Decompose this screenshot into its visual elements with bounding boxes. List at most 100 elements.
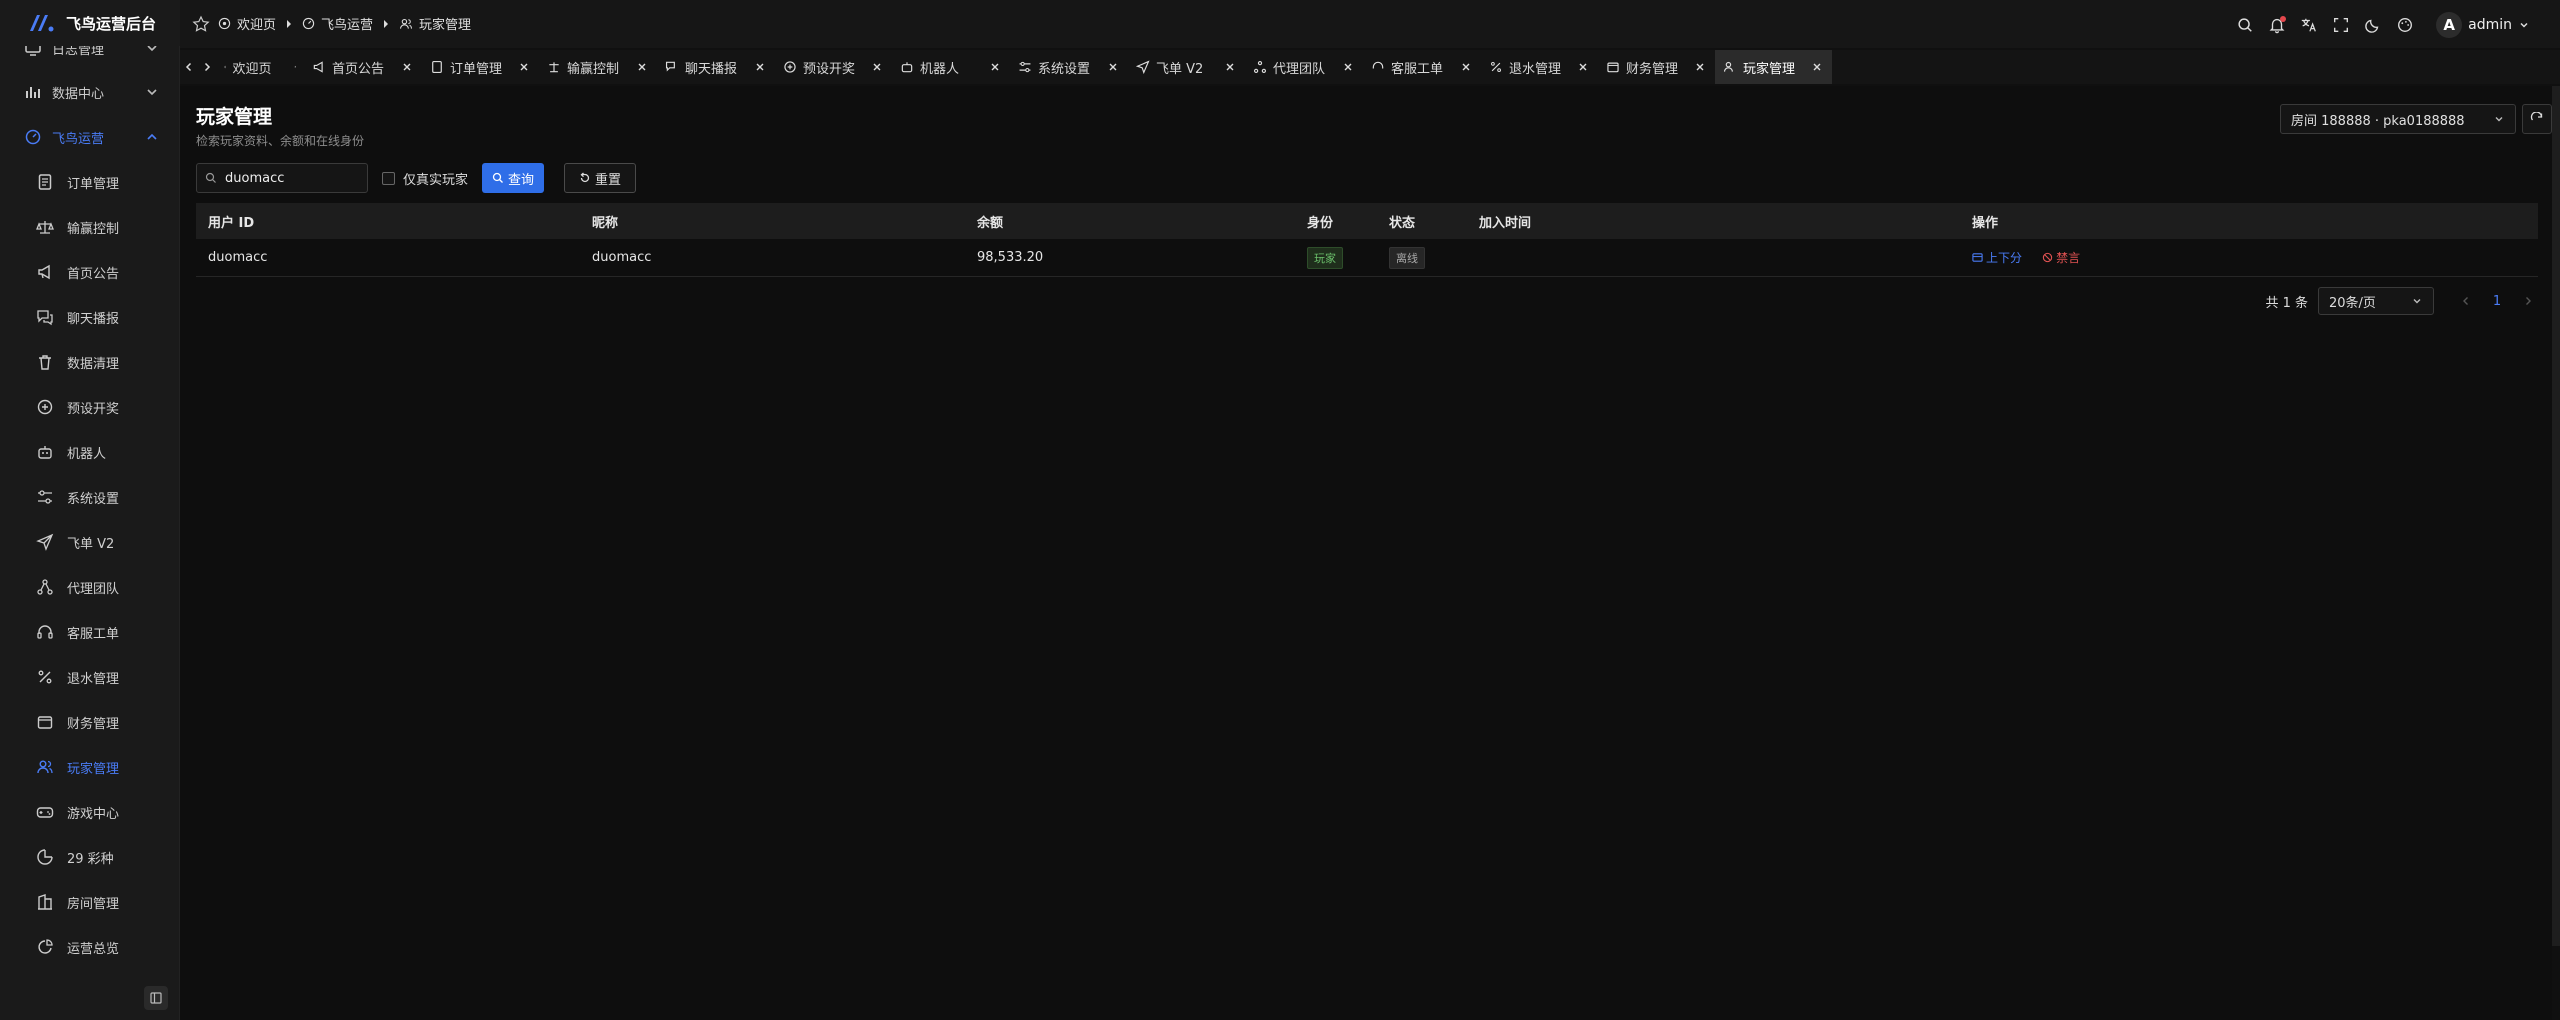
cell-balance: 98,533.20 xyxy=(977,250,1044,265)
page-number-current[interactable]: 1 xyxy=(2486,294,2508,309)
users-icon xyxy=(1723,61,1733,72)
close-icon[interactable] xyxy=(1693,60,1707,74)
sidebar-item-label: 系统设置 xyxy=(67,491,120,507)
moon-icon[interactable] xyxy=(2364,15,2382,35)
close-icon[interactable] xyxy=(1106,60,1120,74)
sidebar-group-data-center[interactable]: 数据中心 xyxy=(0,72,180,112)
tab-chat-broadcast[interactable]: 聊天播报 xyxy=(657,50,775,84)
close-icon[interactable] xyxy=(635,60,649,74)
tab-welcome[interactable]: 欢迎页 xyxy=(216,50,304,84)
page-size-value: 20条/页 xyxy=(2329,295,2376,311)
sidebar-item-ops-overview[interactable]: 运营总览 xyxy=(0,927,180,967)
bell-icon[interactable] xyxy=(2268,15,2287,35)
sidebar-group-feiniao-ops[interactable]: 飞鸟运营 xyxy=(0,117,180,157)
tab-system-settings[interactable]: 系统设置 xyxy=(1010,50,1128,84)
tab-preset-draw[interactable]: 预设开奖 xyxy=(775,50,892,84)
page-size-select[interactable]: 20条/页 xyxy=(2318,287,2434,315)
mute-link[interactable]: 禁言 xyxy=(2042,249,2080,266)
close-icon[interactable] xyxy=(1459,60,1473,74)
close-icon[interactable] xyxy=(1341,60,1355,74)
sidebar-item-player-management[interactable]: 玩家管理 xyxy=(0,747,180,787)
tab-label: 输赢控制 xyxy=(567,61,620,77)
sidebar-item-preset-draw[interactable]: 预设开奖 xyxy=(0,387,180,427)
user-menu[interactable]: A admin xyxy=(2436,12,2530,38)
sidebar-item-game-center[interactable]: 游戏中心 xyxy=(0,792,180,832)
close-icon[interactable] xyxy=(1223,60,1237,74)
headset-icon xyxy=(36,623,54,641)
chevron-left-icon xyxy=(2463,297,2468,305)
close-icon[interactable] xyxy=(1810,60,1824,74)
close-icon[interactable] xyxy=(400,60,414,74)
sidebar-item-chat-broadcast[interactable]: 聊天播报 xyxy=(0,297,180,337)
next-page-button[interactable] xyxy=(2518,291,2538,311)
reset-button[interactable]: 重置 xyxy=(564,163,637,193)
tab-player-management[interactable]: 玩家管理 xyxy=(1715,50,1832,84)
sidebar-item-rebate[interactable]: 退水管理 xyxy=(0,657,180,697)
tab-rebate[interactable]: 退水管理 xyxy=(1481,50,1598,84)
tab-orders[interactable]: 订单管理 xyxy=(422,50,539,84)
room-select[interactable]: 房间 188888 · pka0188888 xyxy=(2280,104,2516,134)
breadcrumb-item-ops[interactable]: 飞鸟运营 xyxy=(302,14,373,33)
column-header-status[interactable]: 状态 xyxy=(1379,212,1469,231)
search-input[interactable]: duomacc xyxy=(196,163,368,193)
sidebar-collapse-button[interactable] xyxy=(144,986,168,1010)
top-header: 欢迎页 飞鸟运营 玩家管理 A admin xyxy=(180,0,2560,48)
tab-robots[interactable]: 机器人 xyxy=(892,50,1010,84)
translate-icon[interactable] xyxy=(2300,15,2318,35)
sidebar-item-system-settings[interactable]: 系统设置 xyxy=(0,477,180,517)
sidebar-item-agent-team[interactable]: 代理团队 xyxy=(0,567,180,607)
sidebar-item-win-control[interactable]: 输赢控制 xyxy=(0,207,180,247)
close-icon[interactable] xyxy=(870,60,884,74)
search-icon xyxy=(492,172,503,183)
palette-icon[interactable] xyxy=(2396,15,2414,35)
sidebar-item-feidan-v2[interactable]: 飞单 V2 xyxy=(0,522,180,562)
column-header-joined[interactable]: 加入时间 xyxy=(1469,212,1962,231)
breadcrumb-item-home[interactable]: 欢迎页 xyxy=(218,14,276,33)
checkbox-box[interactable] xyxy=(382,171,395,185)
tab-feidan-v2[interactable]: 飞单 V2 xyxy=(1128,50,1245,84)
sidebar-item-orders[interactable]: 订单管理 xyxy=(0,162,180,202)
tab-strip: 欢迎页 首页公告 订单管理 输赢控制 聊天播报 预设开奖 机器人 系统设置 飞单 xyxy=(180,50,2560,84)
app-logo[interactable]: 飞鸟运营后台 xyxy=(0,0,180,46)
tab-finance[interactable]: 财务管理 xyxy=(1598,50,1715,84)
star-icon[interactable] xyxy=(192,15,210,33)
tabs-scroll-left[interactable] xyxy=(180,50,198,84)
logo-mark-icon xyxy=(30,15,54,32)
table-row: duomacc duomacc 98,533.20 玩家 离线 上下分 禁言 xyxy=(196,239,2538,277)
tab-label: 聊天播报 xyxy=(685,61,738,77)
tab-announcements[interactable]: 首页公告 xyxy=(304,50,422,84)
fullscreen-icon[interactable] xyxy=(2332,15,2350,35)
close-icon[interactable] xyxy=(1576,60,1590,74)
sidebar-item-room-management[interactable]: 房间管理 xyxy=(0,882,180,922)
prev-page-button[interactable] xyxy=(2456,291,2476,311)
tab-agent-team[interactable]: 代理团队 xyxy=(1245,50,1363,84)
sidebar-item-label: 玩家管理 xyxy=(67,761,120,777)
sidebar-item-29-lotteries[interactable]: 29 彩种 xyxy=(0,837,180,877)
sidebar-item-support-tickets[interactable]: 客服工单 xyxy=(0,612,180,652)
column-header-role[interactable]: 身份 xyxy=(1297,212,1379,231)
search-icon[interactable] xyxy=(2236,15,2254,35)
close-icon[interactable] xyxy=(988,60,1002,74)
column-header-nickname[interactable]: 昵称 xyxy=(582,212,967,231)
sidebar-item-announcements[interactable]: 首页公告 xyxy=(0,252,180,292)
column-header-balance[interactable]: 余额 xyxy=(967,212,1297,231)
tabs-scroll-right[interactable] xyxy=(198,50,216,84)
refresh-button[interactable] xyxy=(2522,104,2552,134)
close-icon[interactable] xyxy=(517,60,531,74)
sidebar-item-data-cleanup[interactable]: 数据清理 xyxy=(0,342,180,382)
close-icon[interactable] xyxy=(753,60,767,74)
pin-icon[interactable] xyxy=(294,60,296,74)
tab-support-tickets[interactable]: 客服工单 xyxy=(1363,50,1481,84)
real-players-only-checkbox[interactable]: 仅真实玩家 xyxy=(382,169,468,188)
tab-win-control[interactable]: 输赢控制 xyxy=(539,50,657,84)
sidebar-item-finance[interactable]: 财务管理 xyxy=(0,702,180,742)
sidebar-item-robots[interactable]: 机器人 xyxy=(0,432,180,472)
query-button[interactable]: 查询 xyxy=(482,163,545,193)
adjust-balance-link[interactable]: 上下分 xyxy=(1972,249,2022,266)
page-scrollbar[interactable] xyxy=(2552,86,2560,946)
breadcrumb-label: 欢迎页 xyxy=(237,18,277,33)
search-input-value: duomacc xyxy=(225,170,285,186)
user-name: admin xyxy=(2468,17,2512,33)
breadcrumb-label: 飞鸟运营 xyxy=(321,18,374,33)
column-header-user-id[interactable]: 用户 ID xyxy=(196,212,582,231)
